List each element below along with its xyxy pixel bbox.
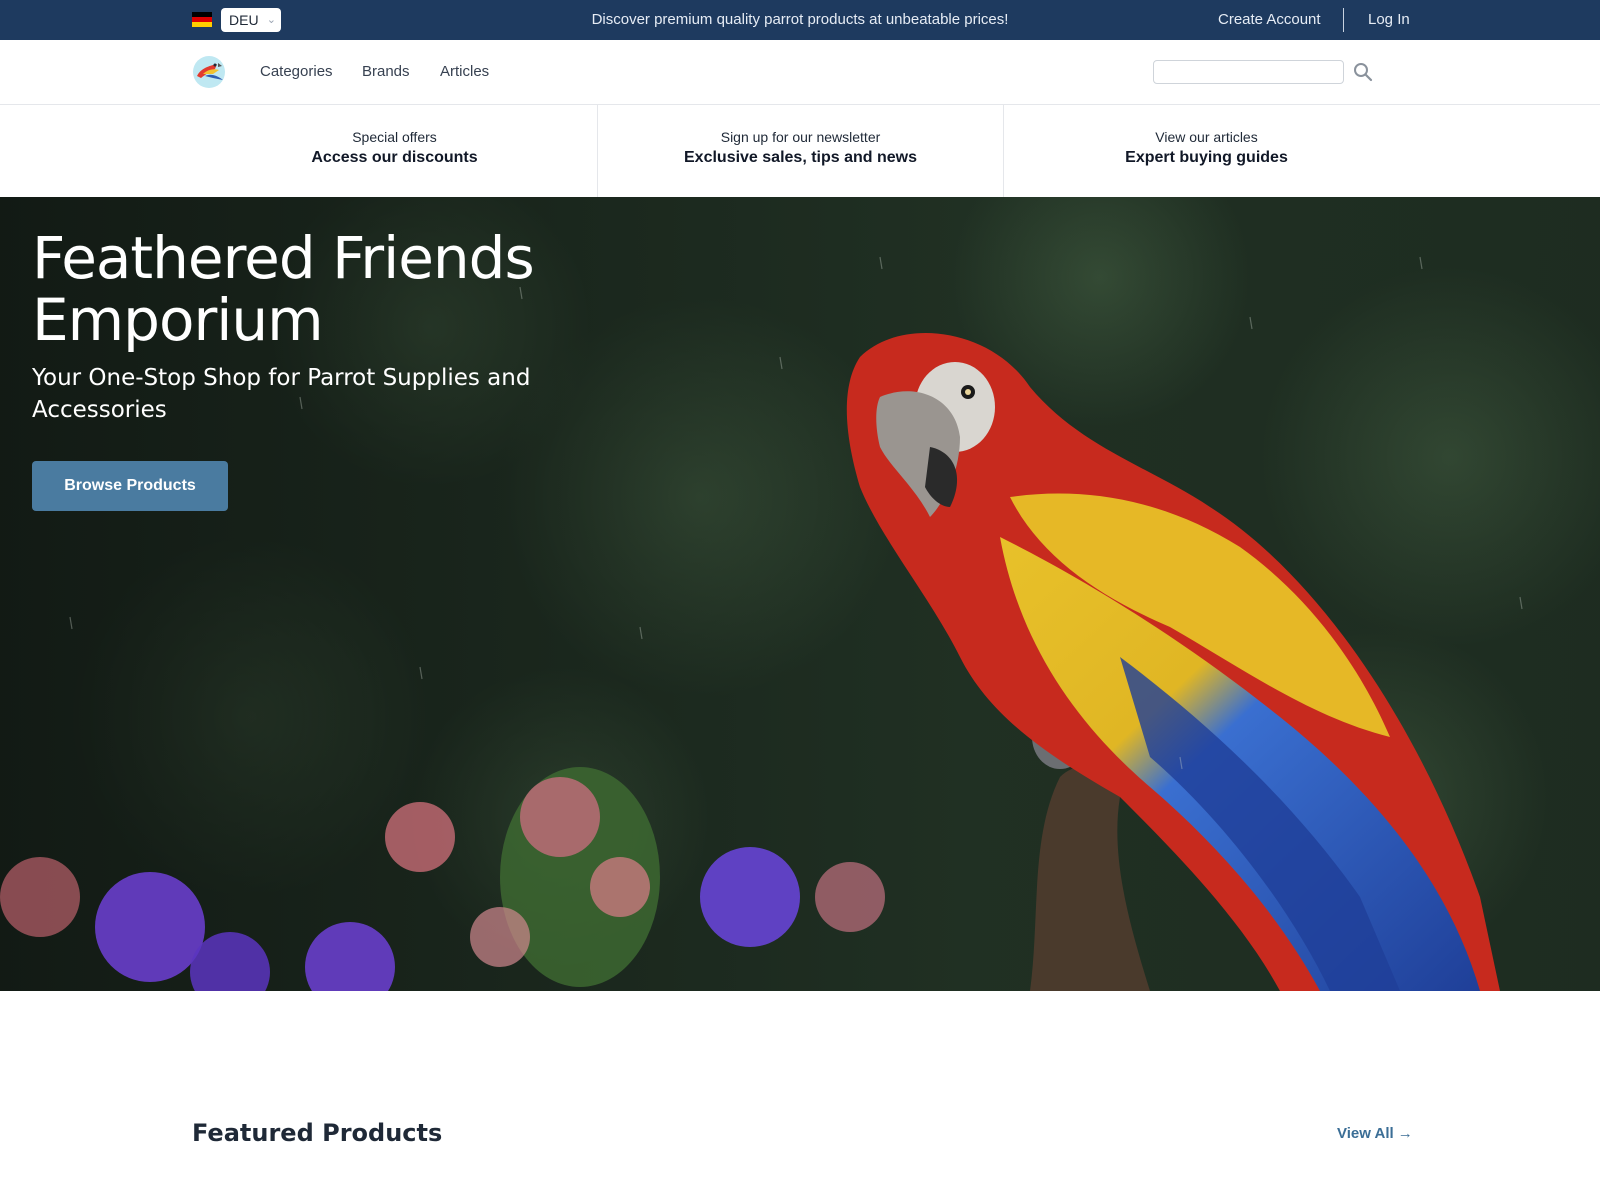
- account-divider: [1343, 8, 1344, 32]
- announcement-bar: DEU ⌄ Discover premium quality parrot pr…: [0, 0, 1600, 40]
- promo-small-text: View our articles: [1155, 129, 1258, 145]
- view-all-label: View All: [1337, 1125, 1394, 1142]
- promo-big-text: Expert buying guides: [1125, 149, 1288, 166]
- announcement-text: Discover premium quality parrot products…: [591, 11, 1009, 28]
- promo-newsletter[interactable]: Sign up for our newsletter Exclusive sal…: [598, 105, 1003, 197]
- parrot-logo-icon[interactable]: [191, 54, 227, 90]
- nav-link-articles[interactable]: Articles: [440, 40, 489, 104]
- promo-big-text: Exclusive sales, tips and news: [684, 149, 917, 166]
- promo-big-text: Access our discounts: [311, 149, 478, 166]
- search-input[interactable]: [1153, 60, 1344, 84]
- view-all-link[interactable]: View All →: [1337, 1125, 1413, 1142]
- create-account-link[interactable]: Create Account: [1218, 0, 1321, 40]
- main-navigation: Categories Brands Articles: [0, 40, 1600, 105]
- hero-title: Feathered Friends Emporium: [32, 224, 535, 354]
- browse-products-button[interactable]: Browse Products: [32, 461, 228, 511]
- magnifier-icon[interactable]: [1352, 61, 1374, 83]
- promo-strip: Special offers Access our discounts Sign…: [0, 105, 1600, 197]
- promo-articles[interactable]: View our articles Expert buying guides: [1004, 105, 1409, 197]
- promo-small-text: Sign up for our newsletter: [720, 129, 881, 145]
- nav-link-categories[interactable]: Categories: [260, 40, 333, 104]
- featured-products-heading: Featured Products: [192, 1119, 443, 1147]
- promo-small-text: Special offers: [352, 129, 437, 145]
- hero-banner: Feathered Friends Emporium Your One-Stop…: [0, 197, 1600, 991]
- promo-special-offers[interactable]: Special offers Access our discounts: [192, 105, 597, 197]
- arrow-right-icon: →: [1397, 1125, 1413, 1142]
- hero-subtitle: Your One-Stop Shop for Parrot Supplies a…: [32, 365, 531, 423]
- nav-link-brands[interactable]: Brands: [362, 40, 410, 104]
- log-in-link[interactable]: Log In: [1368, 0, 1410, 40]
